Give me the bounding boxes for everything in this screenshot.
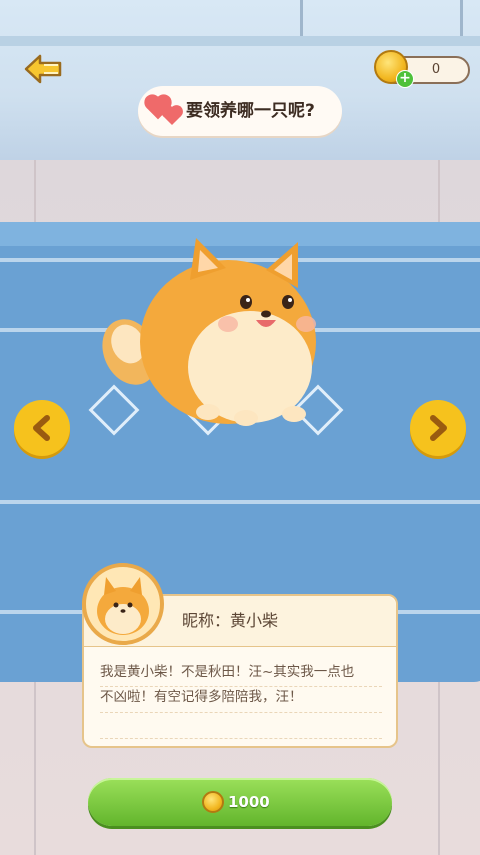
adopt-price: 1000 (228, 793, 270, 811)
next-pet-button[interactable] (410, 400, 466, 456)
chevron-right-icon (430, 415, 447, 441)
back-arrow-icon (24, 54, 62, 84)
rug-stripe (0, 500, 480, 504)
pet-description: 我是黄小柴！不是秋田！汪~其实我一点也 不凶啦！有空记得多陪陪我，汪！ (100, 660, 382, 710)
divider (100, 686, 382, 688)
pet-dog-image[interactable] (98, 232, 338, 432)
shiba-avatar-icon (97, 577, 149, 635)
page-title: 要领养哪一只呢? (186, 101, 315, 121)
shiba-dog-icon (102, 238, 316, 426)
adopt-button[interactable]: 1000 (88, 778, 392, 826)
pet-description-line-1: 我是黄小柴！不是秋田！汪~其实我一点也 (100, 664, 355, 680)
coin-count: 0 (431, 62, 441, 77)
divider (100, 712, 382, 714)
divider (100, 738, 382, 740)
back-button[interactable] (22, 52, 64, 86)
pet-description-line-2: 不凶啦！有空记得多陪陪我，汪！ (100, 689, 303, 705)
coin-icon (202, 791, 224, 813)
title-bubble: 要领养哪一只呢? (138, 86, 342, 136)
add-coins-button[interactable]: + (396, 70, 414, 88)
pet-avatar (82, 563, 164, 645)
heart-icon (162, 106, 182, 126)
plus-icon: + (399, 70, 411, 86)
window-frame (460, 0, 463, 40)
chevron-left-icon (33, 415, 50, 441)
window-frame (300, 0, 303, 40)
previous-pet-button[interactable] (14, 400, 70, 456)
wall-rail (0, 36, 480, 46)
pet-nickname: 昵称：黄小柴 (182, 611, 279, 630)
